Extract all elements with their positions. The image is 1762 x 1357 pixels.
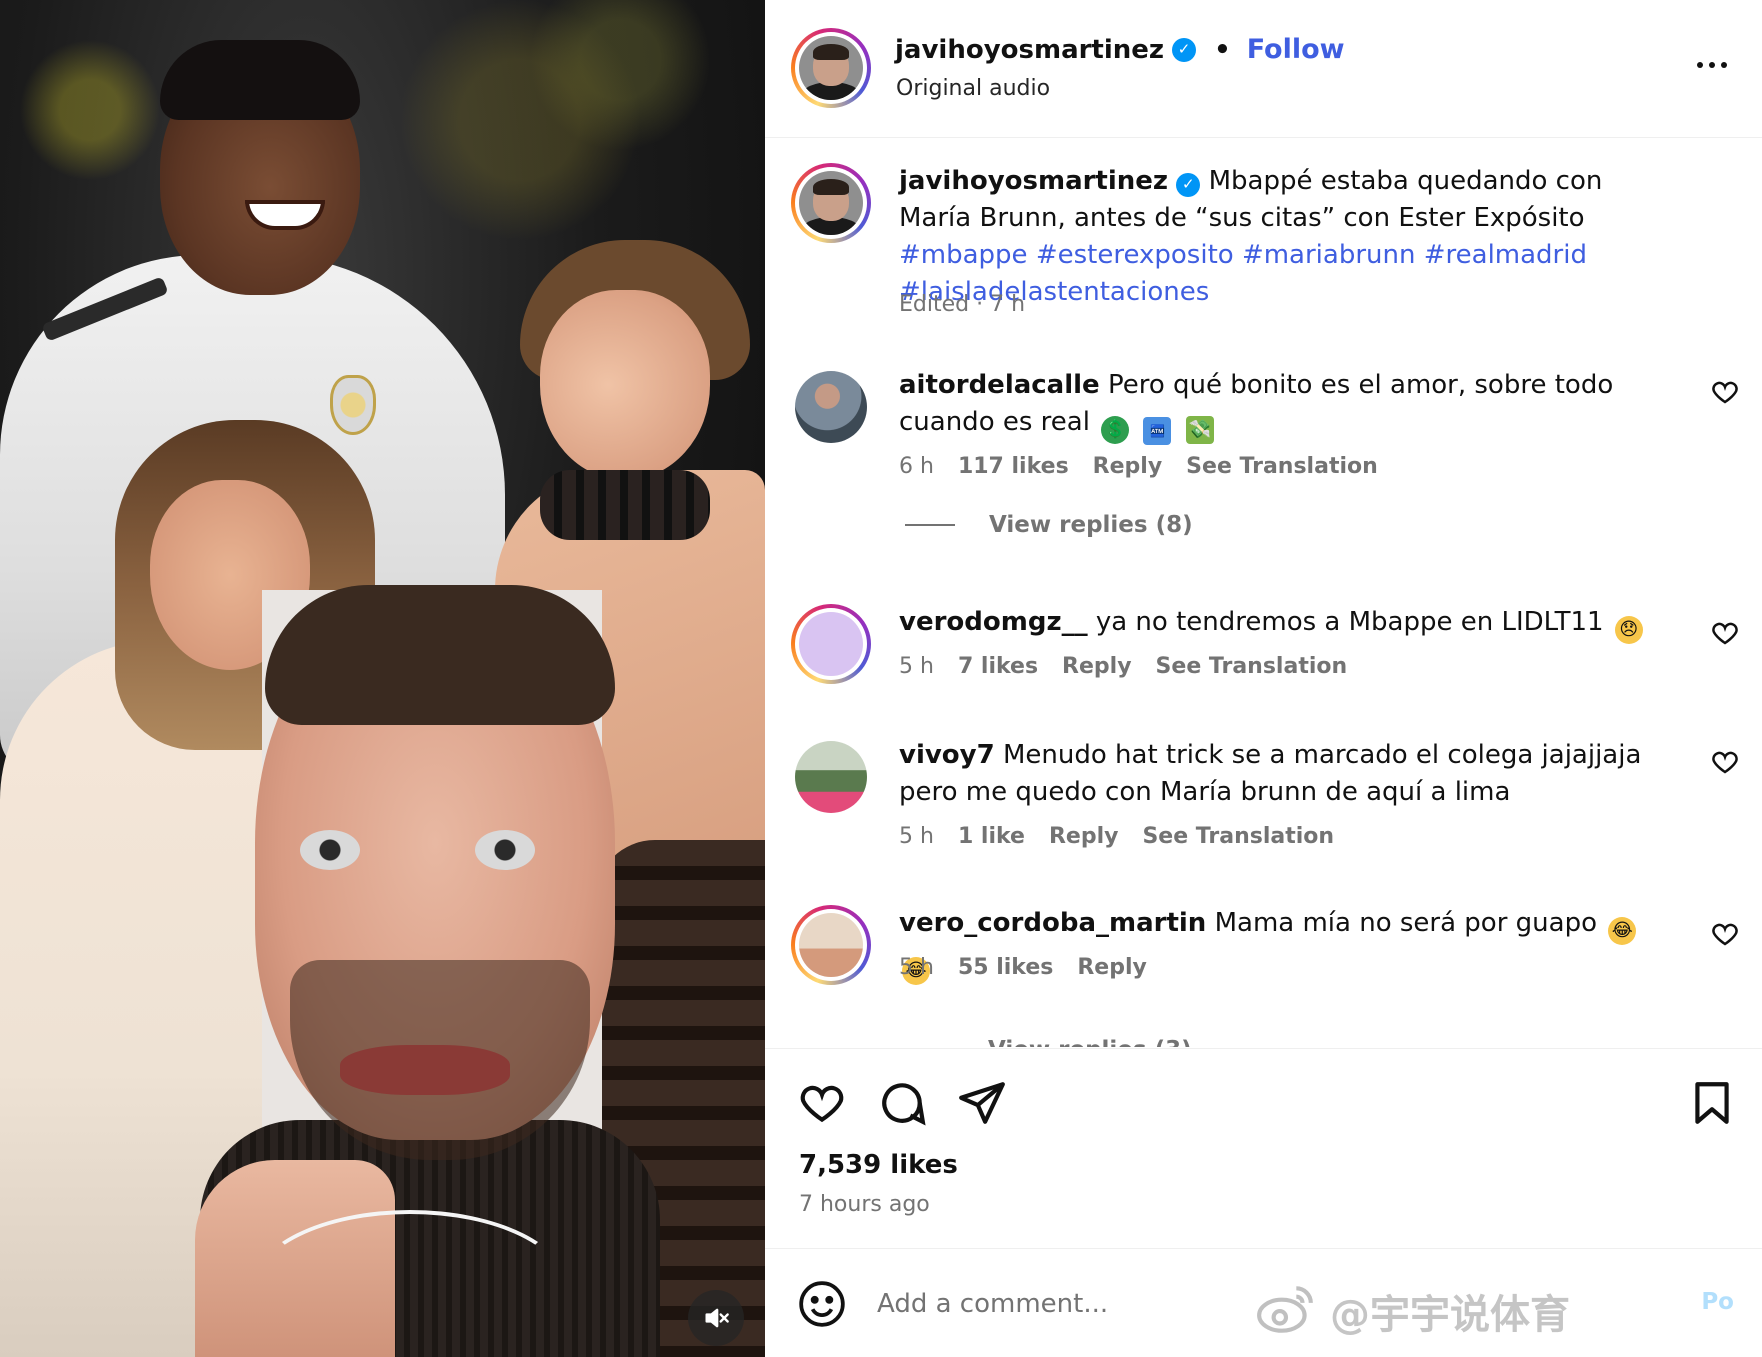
caption-edited-time: Edited · 7 h xyxy=(899,292,1026,317)
creator-mouth xyxy=(340,1045,510,1095)
hashtag-link[interactable]: #mbappe xyxy=(899,240,1028,270)
speaker-muted-icon xyxy=(705,1308,729,1328)
commenter-avatar[interactable] xyxy=(791,604,871,684)
comment-meta: 5 h 55 likes Reply xyxy=(899,955,1147,980)
comment-meta: 6 h 117 likes Reply See Translation xyxy=(899,454,1378,479)
caption-meta: Edited · 7 h xyxy=(899,292,1025,317)
view-replies-label: View replies (8) xyxy=(989,512,1193,538)
see-translation-button[interactable]: See Translation xyxy=(1142,824,1334,849)
comment-text: Mama mía no será por guapo xyxy=(1214,908,1597,938)
commenter-avatar[interactable] xyxy=(795,371,867,443)
heart-icon[interactable] xyxy=(797,1078,847,1128)
commenter-username[interactable]: vero_cordoba_martin xyxy=(899,908,1206,938)
comment-time: 5 h xyxy=(899,654,934,679)
comment-time: 5 h xyxy=(899,824,934,849)
comments-section[interactable]: javihoyosmartinez ✓ Mbappé estaba quedan… xyxy=(765,139,1762,1049)
comment-likes[interactable]: 7 likes xyxy=(958,654,1038,679)
commenter-username[interactable]: verodomgz__ xyxy=(899,607,1088,637)
hashtag-link[interactable]: #realmadrid xyxy=(1424,240,1587,270)
post-comment-button[interactable]: Po xyxy=(1701,1289,1734,1315)
caption-author-avatar[interactable] xyxy=(791,163,871,243)
emoji-disappointed: 😞 xyxy=(1614,616,1643,644)
creator-hair xyxy=(265,585,615,725)
commenter-avatar[interactable] xyxy=(791,905,871,985)
emoji-tears-of-joy: 😂 xyxy=(1608,917,1637,945)
emoji-money-wings: 💸 xyxy=(1185,416,1214,444)
send-icon[interactable] xyxy=(957,1078,1007,1128)
more-options-icon[interactable] xyxy=(1692,50,1732,80)
hashtag-link[interactable]: #mariabrunn xyxy=(1242,240,1416,270)
comment-text-block: verodomgz__ ya no tendremos a Mbappe en … xyxy=(899,604,1679,644)
comment-meta: 5 h 7 likes Reply See Translation xyxy=(899,654,1347,679)
emoji-atm: 🏧 xyxy=(1143,417,1172,445)
footballer-hair xyxy=(160,40,360,120)
post-media[interactable] xyxy=(0,0,765,1357)
comment-like-heart-icon[interactable] xyxy=(1710,618,1740,648)
reply-button[interactable]: Reply xyxy=(1093,454,1163,479)
commenter-username[interactable]: vivoy7 xyxy=(899,740,995,770)
comment-time: 5 h xyxy=(899,955,934,980)
comment-likes[interactable]: 55 likes xyxy=(958,955,1053,980)
emoji-dollar: 💲 xyxy=(1101,416,1130,444)
commenter-username[interactable]: aitordelacalle xyxy=(899,370,1100,400)
weibo-logo-icon xyxy=(1257,1286,1313,1333)
verified-badge-icon: ✓ xyxy=(1172,37,1197,62)
follow-button[interactable]: Follow xyxy=(1247,34,1345,65)
caption-text-block: javihoyosmartinez ✓ Mbappé estaba quedan… xyxy=(899,163,1679,311)
watermark-text: @宇宇说体育 xyxy=(1330,1292,1570,1338)
comment-text-block: vivoy7 Menudo hat trick se a marcado el … xyxy=(899,737,1679,811)
creator-right-eye xyxy=(475,830,535,870)
view-replies-button[interactable]: View replies (8) xyxy=(905,512,1193,538)
reply-button[interactable]: Reply xyxy=(1077,955,1147,980)
comment-text: ya no tendremos a Mbappe en LIDLT11 xyxy=(1095,607,1604,637)
post-panel: javihoyosmartinez ✓ • Follow Original au… xyxy=(765,0,1762,1357)
comment-like-heart-icon[interactable] xyxy=(1710,919,1740,949)
creator-left-eye xyxy=(300,830,360,870)
reply-button[interactable]: Reply xyxy=(1049,824,1119,849)
posted-time: 7 hours ago xyxy=(799,1192,930,1217)
commenter-avatar[interactable] xyxy=(795,741,867,813)
bookmark-icon[interactable] xyxy=(1687,1078,1737,1128)
comment-like-heart-icon[interactable] xyxy=(1710,747,1740,777)
hashtag-link[interactable]: #esterexposito xyxy=(1036,240,1234,270)
woman-right-collar xyxy=(540,470,710,540)
comment-text-block: aitordelacalle Pero qué bonito es el amo… xyxy=(899,367,1679,445)
separator-dot: • xyxy=(1214,34,1231,65)
view-replies-button[interactable]: View replies (3) xyxy=(988,1035,1192,1047)
post-header: javihoyosmartinez ✓ • Follow Original au… xyxy=(765,0,1762,138)
caption-username[interactable]: javihoyosmartinez xyxy=(899,166,1168,196)
comment-like-heart-icon[interactable] xyxy=(1710,377,1740,407)
author-line: javihoyosmartinez ✓ • Follow xyxy=(895,34,1345,65)
comment-likes[interactable]: 117 likes xyxy=(958,454,1069,479)
smiley-icon[interactable] xyxy=(797,1279,847,1329)
likes-count[interactable]: 7,539 likes xyxy=(799,1150,958,1180)
comment-meta: 5 h 1 like Reply See Translation xyxy=(899,824,1334,849)
verified-badge-icon: ✓ xyxy=(1176,172,1201,197)
woman-right-face xyxy=(540,290,710,480)
author-username[interactable]: javihoyosmartinez xyxy=(895,35,1164,65)
club-crest xyxy=(330,375,376,435)
reply-button[interactable]: Reply xyxy=(1062,654,1132,679)
replies-divider xyxy=(905,524,955,526)
see-translation-button[interactable]: See Translation xyxy=(1156,654,1348,679)
author-avatar[interactable] xyxy=(791,28,871,108)
comment-time: 6 h xyxy=(899,454,934,479)
comment-likes[interactable]: 1 like xyxy=(958,824,1025,849)
comment-text: Menudo hat trick se a marcado el colega … xyxy=(899,740,1642,807)
see-translation-button[interactable]: See Translation xyxy=(1186,454,1378,479)
mute-toggle-button[interactable] xyxy=(688,1290,744,1346)
earphone-cable xyxy=(250,1210,570,1357)
comment-icon[interactable] xyxy=(877,1078,927,1128)
audio-link[interactable]: Original audio xyxy=(896,76,1050,101)
